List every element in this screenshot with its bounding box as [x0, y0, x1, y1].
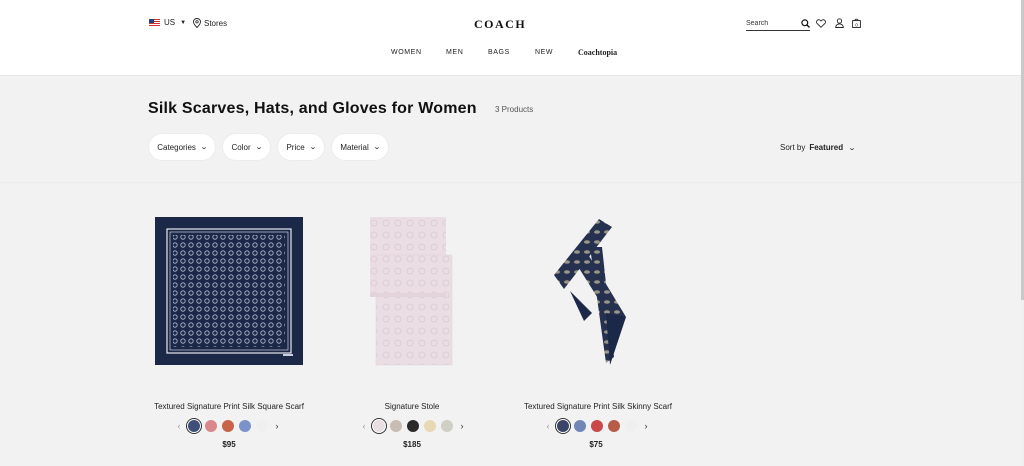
product-count: 3 Products [495, 105, 534, 114]
chevron-right-icon[interactable]: › [273, 421, 281, 431]
color-swatch[interactable] [424, 420, 436, 432]
caret-down-icon: ▼ [180, 19, 187, 26]
color-swatch[interactable] [373, 420, 385, 432]
filter-label: Material [340, 142, 369, 152]
account-icon[interactable] [834, 18, 844, 28]
nav-coachtopia[interactable]: Coachtopia [578, 48, 617, 57]
chevron-down-icon: ⌄ [199, 144, 208, 151]
product-image-signature-stole[interactable] [368, 217, 454, 367]
chevron-down-icon: ⌄ [372, 144, 381, 151]
wishlist-heart-icon[interactable] [816, 18, 826, 28]
product-name[interactable]: Textured Signature Print Silk Square Sca… [139, 402, 319, 411]
color-swatch[interactable] [574, 420, 586, 432]
color-swatch[interactable] [591, 420, 603, 432]
page-title: Silk Scarves, Hats, and Gloves for Women [148, 100, 477, 117]
filter-material[interactable]: Material ⌄ [332, 134, 388, 160]
color-swatches: ‹ › [360, 419, 466, 433]
site-header: US ▼ Stores COACH 0 WOMEN MEN BAGS NEW C… [0, 0, 1021, 76]
stores-label: Stores [204, 18, 228, 28]
color-swatch[interactable] [390, 420, 402, 432]
chevron-down-icon: ⌄ [308, 144, 317, 151]
color-swatch[interactable] [222, 420, 234, 432]
chevron-down-icon: ⌄ [254, 144, 263, 151]
chevron-right-icon[interactable]: › [458, 421, 466, 431]
color-swatches: ‹ › [544, 419, 650, 433]
search-input[interactable] [746, 19, 794, 27]
color-swatch[interactable] [407, 420, 419, 432]
nav-new[interactable]: NEW [535, 49, 553, 56]
nav-bags[interactable]: BAGS [488, 49, 510, 56]
stores-link[interactable]: Stores [193, 18, 227, 28]
shopping-bag-icon[interactable]: 0 [851, 18, 861, 28]
locale-selector[interactable]: US ▼ [149, 18, 186, 27]
svg-text:0: 0 [855, 22, 858, 27]
color-swatch[interactable] [239, 420, 251, 432]
chevron-left-icon[interactable]: ‹ [544, 421, 552, 431]
chevron-left-icon[interactable]: ‹ [360, 421, 368, 431]
section-divider [0, 182, 1021, 183]
color-swatch[interactable] [441, 420, 453, 432]
product-image-square-scarf[interactable] [155, 217, 303, 365]
coach-logo[interactable]: COACH [474, 17, 526, 32]
color-swatch[interactable] [205, 420, 217, 432]
filter-label: Categories [157, 142, 196, 152]
filter-price[interactable]: Price ⌄ [278, 134, 324, 160]
search-icon[interactable] [801, 18, 810, 28]
location-pin-icon [193, 18, 201, 28]
product-price: $75 [589, 440, 603, 449]
sort-value: Featured [809, 143, 844, 152]
color-swatch[interactable] [256, 420, 268, 432]
product-price: $95 [222, 440, 236, 449]
color-swatch[interactable] [557, 420, 569, 432]
color-swatch[interactable] [608, 420, 620, 432]
color-swatch[interactable] [625, 420, 637, 432]
color-swatches: ‹ › [175, 419, 281, 433]
nav-men[interactable]: MEN [446, 49, 463, 56]
filter-label: Price [286, 142, 305, 152]
filter-label: Color [231, 142, 251, 152]
product-image-skinny-scarf[interactable] [552, 217, 630, 367]
filter-color[interactable]: Color ⌄ [223, 134, 270, 160]
sort-dropdown[interactable]: Sort by Featured ⌄ [780, 143, 857, 152]
chevron-down-icon: ⌄ [847, 144, 857, 152]
filter-categories[interactable]: Categories ⌄ [149, 134, 215, 160]
sort-label: Sort by [780, 143, 806, 152]
locale-label: US [164, 18, 176, 27]
chevron-left-icon[interactable]: ‹ [175, 421, 183, 431]
product-name[interactable]: Textured Signature Print Silk Skinny Sca… [508, 402, 688, 411]
nav-women[interactable]: WOMEN [391, 49, 422, 56]
search-field[interactable] [746, 16, 810, 31]
chevron-right-icon[interactable]: › [642, 421, 650, 431]
color-swatch[interactable] [188, 420, 200, 432]
product-name[interactable]: Signature Stole [352, 402, 472, 411]
us-flag-icon [149, 19, 160, 26]
product-price: $185 [403, 440, 421, 449]
